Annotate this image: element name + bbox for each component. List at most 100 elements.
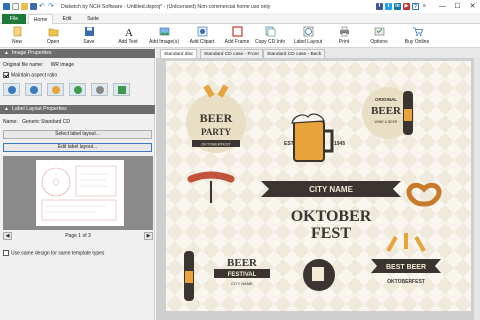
round-mug-emblem <box>303 259 335 291</box>
layout-preview-graphic <box>41 165 117 221</box>
layout-preview <box>3 156 153 230</box>
layout-name-row: Name: Generic Standard CD <box>3 119 70 125</box>
beer-festival-line2: FESTIVAL <box>228 272 257 278</box>
ribbon-toolbar: New Open Save A Add Text Add Image(s) Ad… <box>0 24 480 48</box>
layout-preview-page <box>36 160 124 226</box>
best-beer-text: BEST BEER <box>386 264 426 271</box>
crop-icon[interactable] <box>91 83 108 96</box>
page-indicator: Page 1 of 3 <box>65 233 91 239</box>
beer-badge-subtitle: WINE & BEER <box>375 120 398 124</box>
facebook-icon[interactable]: f <box>376 3 383 10</box>
original-file-name-value: WR image <box>50 62 75 68</box>
save-button[interactable]: Save <box>76 25 102 47</box>
year-label: 1945 <box>334 141 345 147</box>
tab-cd-case-front[interactable]: Standard CD case - Front <box>200 49 263 58</box>
beer-party-title: BEER <box>200 111 233 125</box>
open-folder-icon <box>48 28 58 37</box>
layout-pager: ◀ Page 1 of 3 ▶ <box>3 231 153 241</box>
window-controls: — ☐ ✕ <box>435 0 480 13</box>
beer-party-ribbon: OKTOBERFEST <box>201 142 231 147</box>
menu-icon[interactable]: ≡ <box>421 3 428 10</box>
flip-vertical-icon[interactable] <box>69 83 86 96</box>
open-button[interactable]: Open <box>40 25 66 47</box>
design-canvas-area: Standard disc Standard CD case - Front S… <box>156 48 480 320</box>
print-button[interactable]: Print <box>333 25 355 47</box>
vertical-scrollbar[interactable] <box>474 58 480 320</box>
use-same-design-checkbox[interactable] <box>3 250 9 256</box>
beer-festival-city: CITY NAME <box>231 281 253 286</box>
new-doc-icon[interactable] <box>12 3 19 10</box>
linkedin-icon[interactable]: in <box>394 3 401 10</box>
tab-edit[interactable]: Edit <box>56 14 78 24</box>
clipart-icon <box>197 26 207 37</box>
beer-party-subtitle: PARTY <box>201 127 232 137</box>
buy-online-button[interactable]: Buy Online <box>402 25 432 47</box>
city-name-banner: CITY NAME <box>261 181 401 197</box>
beer-festival-line1: BEER <box>227 257 258 269</box>
title-bar: ↶ ↷ Disketch by NCH Software - Untitled.… <box>0 0 480 13</box>
fest-title: FEST <box>311 225 351 242</box>
document-tabs: Standard disc Standard CD case - Front S… <box>156 48 480 58</box>
cart-icon <box>412 27 423 36</box>
collapse-icon: ▲ <box>4 50 9 56</box>
new-doc-icon <box>13 26 21 37</box>
redo-icon[interactable]: ↷ <box>48 3 55 10</box>
use-same-design-row[interactable]: Use same design for same template types <box>3 250 104 256</box>
collapse-icon: ▲ <box>4 106 9 112</box>
add-images-button[interactable]: Add Image(s) <box>147 25 181 47</box>
twitter-icon[interactable]: t <box>385 3 392 10</box>
beer-badge-title: BEER <box>371 105 402 117</box>
cd-info-icon <box>265 26 275 37</box>
oktober-title: OKTOBER <box>291 208 372 225</box>
menu-tab-bar: File Home Edit Suite <box>0 13 480 24</box>
printer-icon <box>339 26 349 37</box>
flip-horizontal-icon[interactable] <box>47 83 64 96</box>
youtube-icon[interactable]: ▶ <box>403 3 410 10</box>
layout-name-value: Generic Standard CD <box>22 119 70 125</box>
city-name-text: CITY NAME <box>309 185 354 194</box>
add-text-button[interactable]: A Add Text <box>112 25 144 47</box>
select-label-layout-button[interactable]: Select label layout... <box>3 130 152 139</box>
add-clipart-button[interactable]: Add Clipart <box>186 25 218 47</box>
oktoberfest-bottom-text: OKTOBERFEST <box>387 279 425 285</box>
next-page-button[interactable]: ▶ <box>144 232 153 240</box>
window-title: Disketch by NCH Software - Untitled.dspr… <box>61 3 271 10</box>
tab-file[interactable]: File <box>2 14 26 24</box>
text-icon: A <box>125 27 133 37</box>
original-label: ORIGINAL <box>375 97 397 102</box>
copy-cd-info-button[interactable]: Copy CD Info <box>254 25 286 47</box>
rotate-left-icon[interactable] <box>3 83 20 96</box>
open-folder-icon[interactable] <box>21 3 28 10</box>
new-button[interactable]: New <box>4 25 30 47</box>
help-icon[interactable]: ? <box>412 3 419 10</box>
maintain-aspect-ratio-row[interactable]: Maintain aspect ratio <box>3 72 57 78</box>
edit-label-layout-button[interactable]: Edit label layout... <box>3 143 152 152</box>
label-layout-button[interactable]: Label Layout <box>293 25 323 47</box>
frame-icon <box>231 26 243 37</box>
oktoberfest-artwork[interactable]: BEER PARTY OKTOBERFEST EST 1945 ORIGINAL… <box>166 61 471 311</box>
image-icon <box>159 27 169 36</box>
save-icon <box>84 27 94 36</box>
maximize-button[interactable]: ☐ <box>450 0 465 13</box>
undo-icon[interactable]: ↶ <box>39 3 46 10</box>
add-frame-button[interactable]: Add Frame <box>222 25 252 47</box>
tab-standard-disc[interactable]: Standard disc <box>160 49 198 58</box>
options-button[interactable]: Options <box>366 25 392 47</box>
label-layout-properties-header[interactable]: ▲ Label Layout Properties <box>0 105 155 114</box>
tab-cd-case-back[interactable]: Standard CD case - Back <box>263 49 326 58</box>
save-icon[interactable] <box>30 3 37 10</box>
rotate-right-icon[interactable] <box>25 83 42 96</box>
effects-icon[interactable] <box>113 83 130 96</box>
image-properties-header[interactable]: ▲ Image Properties <box>0 49 155 58</box>
svg-text:A: A <box>125 27 133 37</box>
original-beer-badge: ORIGINAL BEER WINE & BEER <box>362 87 414 139</box>
maintain-aspect-ratio-checkbox[interactable] <box>3 72 9 78</box>
close-button[interactable]: ✕ <box>465 0 480 13</box>
label-layout-icon <box>303 26 313 37</box>
tab-home[interactable]: Home <box>28 14 53 24</box>
est-label: EST <box>284 141 294 147</box>
image-tools-row <box>3 83 130 96</box>
label-page[interactable]: BEER PARTY OKTOBERFEST EST 1945 ORIGINAL… <box>166 61 471 311</box>
minimize-button[interactable]: — <box>435 0 450 13</box>
tab-suite[interactable]: Suite <box>81 14 105 24</box>
